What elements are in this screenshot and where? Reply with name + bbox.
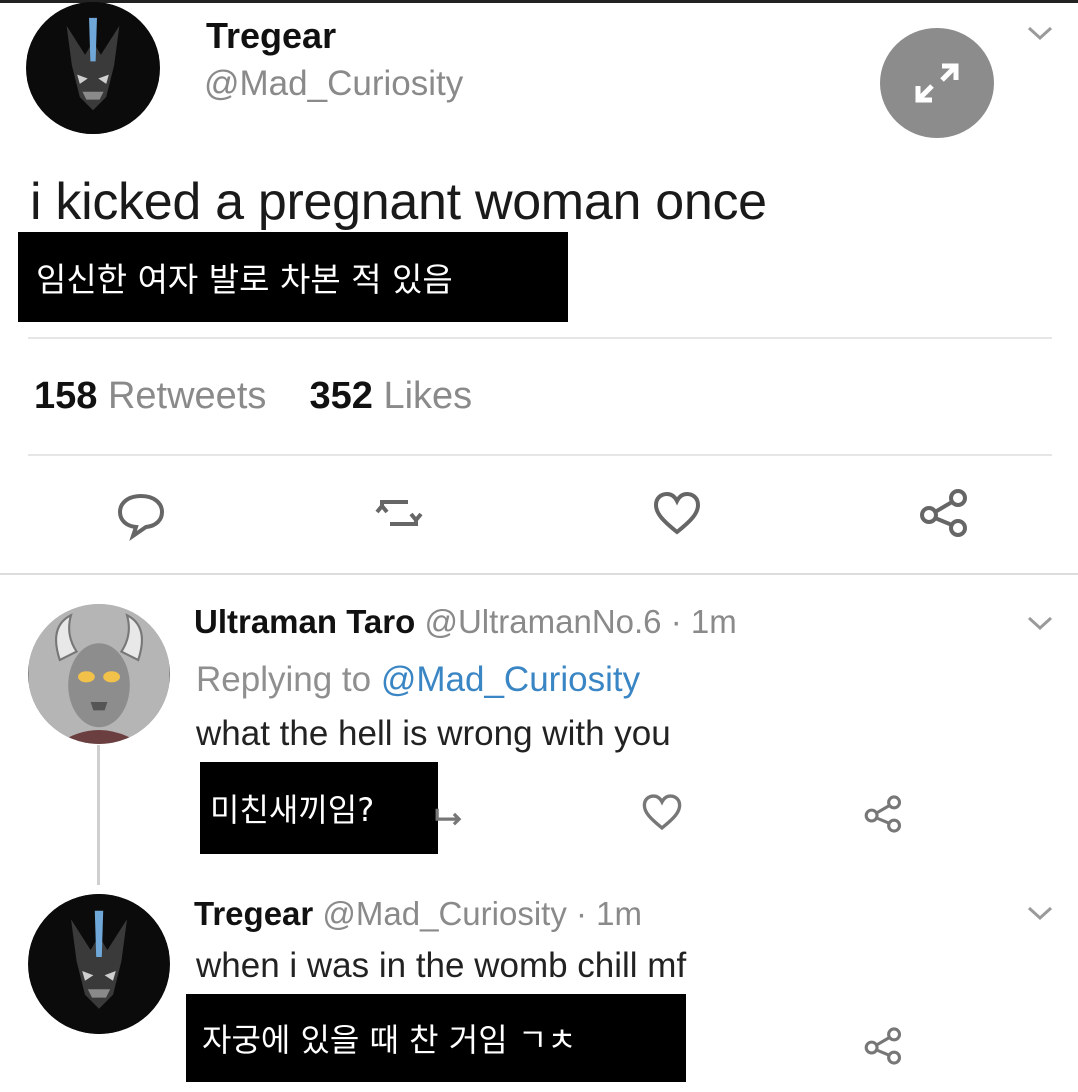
villain-avatar-icon [29,894,169,1034]
share-icon[interactable] [860,1022,908,1070]
divider [0,573,1078,575]
tregear-avatar[interactable] [26,2,160,134]
reply-icon[interactable] [110,482,172,544]
tweet-stats: 158 Retweets 352 Likes [34,372,472,420]
retweets-count[interactable]: 158 [34,375,97,417]
ultraman-avatar[interactable] [28,604,170,744]
replying-to-label: Replying to [196,660,372,699]
chevron-down-icon[interactable] [1026,904,1054,922]
reply-2-header: Tregear @Mad_Curiosity · 1m [194,894,642,934]
thread-connector [97,745,100,885]
chevron-down-icon[interactable] [1026,24,1054,42]
tregear-avatar[interactable] [28,894,170,1034]
reply-2-author-handle[interactable]: @Mad_Curiosity [322,895,566,932]
reply-2-korean-caption: 자궁에 있을 때 찬 거임 ㄱㅊ [186,994,686,1082]
expand-icon [915,63,959,103]
retweet-icon[interactable] [432,792,472,832]
ultraman-avatar-icon [29,604,169,744]
villain-avatar-icon [27,2,159,134]
tweet-text: i kicked a pregnant woman once [30,173,767,231]
tweet-author-handle[interactable]: @Mad_Curiosity [204,62,463,106]
reply-2-author-name[interactable]: Tregear [194,895,313,932]
top-border [0,0,1078,3]
divider [28,337,1052,339]
expand-button[interactable] [880,28,994,138]
reply-1-replying-line: Replying to @Mad_Curiosity [196,658,640,702]
tweet-author-name[interactable]: Tregear [206,14,336,58]
chevron-down-icon[interactable] [1026,614,1054,632]
replying-to-handle[interactable]: @Mad_Curiosity [381,660,640,699]
reply-1-time: · 1m [670,603,737,640]
reply-1-author-handle[interactable]: @UltramanNo.6 [424,603,661,640]
like-icon[interactable] [636,786,688,838]
retweet-icon[interactable] [368,482,430,544]
share-icon[interactable] [860,790,908,838]
reply-1-korean-caption: 미친새끼임? [200,762,438,854]
likes-label[interactable]: Likes [383,375,472,417]
share-icon[interactable] [914,482,976,544]
likes-count[interactable]: 352 [310,375,373,417]
tweet-korean-caption: 임신한 여자 발로 차본 적 있음 [18,232,568,322]
like-icon[interactable] [646,482,708,544]
reply-2-time: · 1m [576,895,642,932]
reply-1-text: what the hell is wrong with you [196,714,671,753]
reply-1-author-name[interactable]: Ultraman Taro [194,603,415,640]
reply-1-header: Ultraman Taro @UltramanNo.6 · 1m [194,602,737,642]
retweets-label[interactable]: Retweets [108,375,266,417]
divider [28,454,1052,456]
reply-2-text: when i was in the womb chill mf [196,946,687,985]
